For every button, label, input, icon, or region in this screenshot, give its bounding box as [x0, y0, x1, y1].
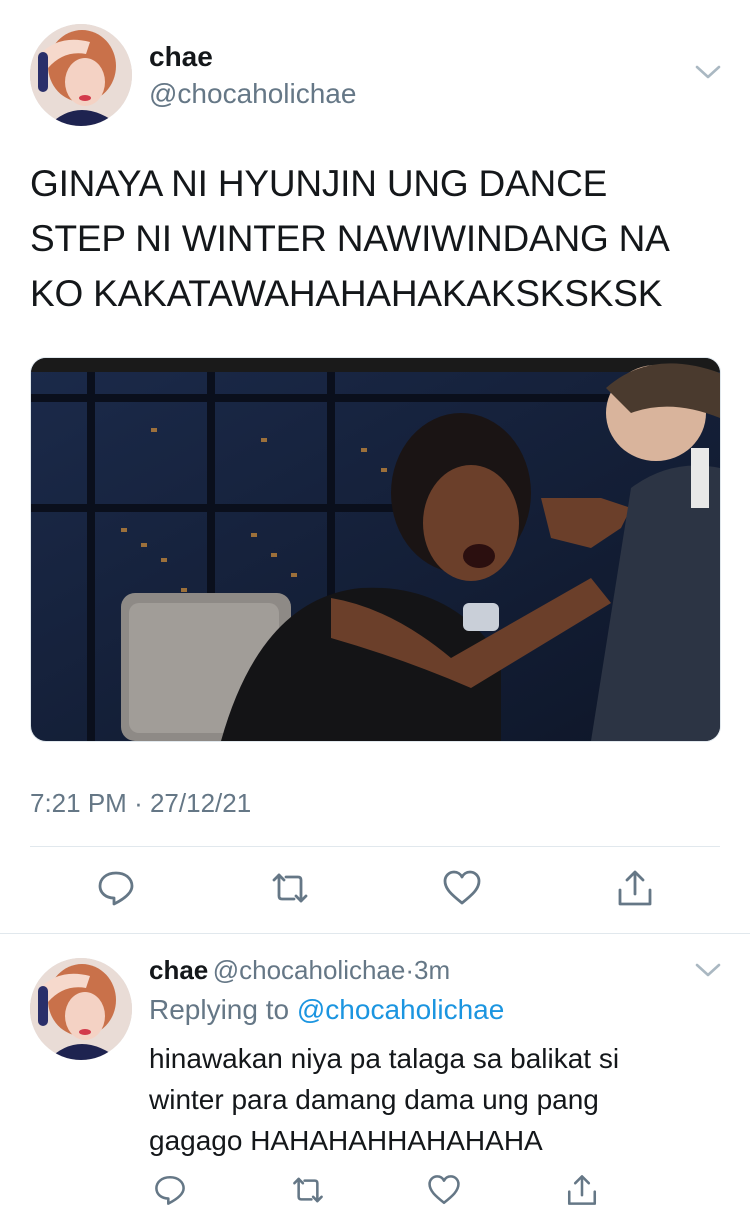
reply-share-button[interactable]	[560, 1168, 604, 1212]
reply-button[interactable]	[94, 866, 138, 910]
reply-author-handle[interactable]: @chocaholichae	[213, 955, 406, 985]
like-button[interactable]	[440, 866, 484, 910]
chevron-down-icon[interactable]	[694, 960, 722, 985]
reply-icon	[98, 871, 134, 906]
reply-dot: ·	[405, 955, 415, 985]
reply-text-line: winter para damang dama ung pang	[149, 1084, 599, 1115]
avatar-image	[30, 958, 132, 1060]
tweet-timestamp[interactable]: 7:21 PM · 27/12/21	[30, 788, 251, 819]
heart-icon	[443, 870, 481, 905]
share-icon	[567, 1175, 597, 1205]
reply-reply-button[interactable]	[148, 1168, 192, 1212]
avatar[interactable]	[30, 24, 132, 126]
chevron-down-icon[interactable]	[694, 62, 722, 87]
tweet-text: GINAYA NI HYUNJIN UNG DANCE STEP NI WINT…	[30, 156, 730, 321]
replying-label: Replying to	[149, 994, 290, 1025]
reply-like-button[interactable]	[422, 1168, 466, 1212]
share-button[interactable]	[613, 866, 657, 910]
retweet-icon	[293, 1177, 323, 1203]
reply-retweet-button[interactable]	[286, 1168, 330, 1212]
reply-text-line: hinawakan niya pa talaga sa balikat si	[149, 1043, 620, 1074]
retweet-button[interactable]	[268, 866, 312, 910]
tweet-text-line: KO KAKATAWAHAHAHAKAKSKSKSK	[30, 273, 663, 314]
meta-separator: ·	[134, 788, 143, 818]
heart-icon	[428, 1175, 460, 1205]
tweet-separator	[0, 933, 750, 934]
reply-avatar[interactable]	[30, 958, 132, 1060]
avatar-image	[30, 24, 132, 126]
reply-author-name[interactable]: chae	[149, 955, 208, 985]
reply-icon	[155, 1175, 185, 1205]
reply-text: hinawakan niya pa talaga sa balikat si w…	[149, 1038, 729, 1161]
author-handle[interactable]: @chocaholichae	[149, 78, 356, 110]
replying-to-link[interactable]: @chocaholichae	[297, 994, 504, 1025]
divider	[30, 846, 720, 847]
tweet-date: 27/12/21	[149, 788, 252, 818]
reply-header: chae @chocaholichae·3m	[149, 955, 450, 986]
author-name[interactable]: chae	[149, 41, 213, 73]
tweet-text-line: STEP NI WINTER NAWIWINDANG NA	[30, 218, 670, 259]
retweet-icon	[272, 873, 308, 903]
replying-to: Replying to @chocaholichae	[149, 994, 504, 1026]
media-photo	[31, 358, 720, 741]
tweet-text-line: GINAYA NI HYUNJIN UNG DANCE	[30, 163, 608, 204]
tweet-media-image[interactable]	[30, 357, 721, 742]
reply-age: 3m	[414, 955, 451, 985]
tweet-time: 7:21 PM	[30, 788, 127, 818]
share-icon	[618, 870, 652, 906]
reply-text-line: gagago HAHAHAHHAHAHAHA	[149, 1125, 543, 1156]
